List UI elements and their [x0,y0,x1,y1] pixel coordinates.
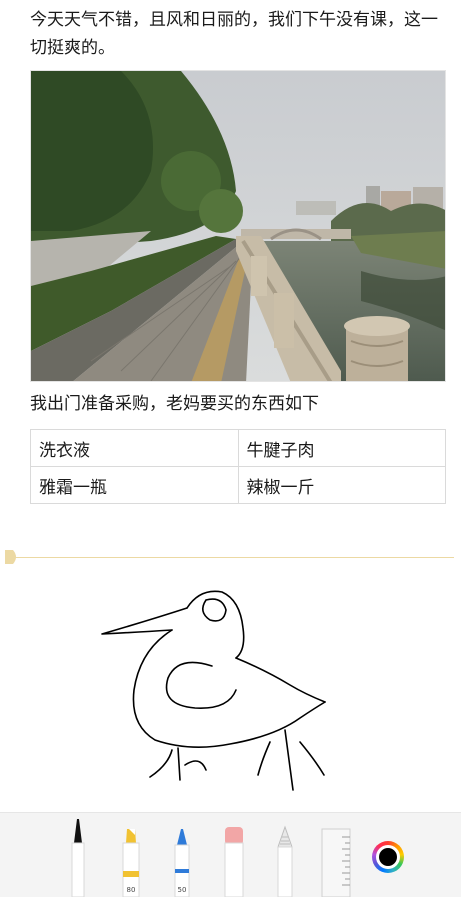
eraser-tool-icon[interactable] [222,813,246,897]
drawing-toolbar: 80 50 [0,812,461,898]
table-cell[interactable]: 辣椒一斤 [237,466,446,504]
pencil-blue-tool-icon[interactable]: 50 [170,813,194,898]
selected-color-swatch [379,848,397,866]
table-row: 洗衣液 牛腱子肉 [30,429,446,467]
shopping-table: 洗衣液 牛腱子肉 雅霜一瓶 辣椒一斤 [30,429,446,504]
bird-sketch[interactable] [0,570,461,800]
ruler-tool-icon[interactable] [320,813,352,897]
highlighter-tool-icon[interactable]: 80 [119,813,143,898]
pencil-size-label: 50 [177,886,187,894]
pen-tool-icon[interactable] [66,813,90,897]
list-caption: 我出门准备采购，老妈要买的东西如下 [30,394,319,414]
table-cell[interactable]: 洗衣液 [30,429,239,467]
drawing-area-handle-icon[interactable] [3,548,21,566]
highlighter-size-label: 80 [126,886,136,894]
color-picker-icon[interactable] [372,841,404,873]
note-paragraph: 今天天气不错，且风和日丽的，我们下午没有课，这一切挺爽的。 [30,10,438,58]
crayon-tool-icon[interactable] [273,813,297,897]
drawing-area-divider [14,557,454,558]
table-cell[interactable]: 牛腱子肉 [237,429,446,467]
table-cell[interactable]: 雅霜一瓶 [30,466,239,504]
riverside-photo[interactable] [30,70,446,382]
table-row: 雅霜一瓶 辣椒一斤 [30,466,446,504]
